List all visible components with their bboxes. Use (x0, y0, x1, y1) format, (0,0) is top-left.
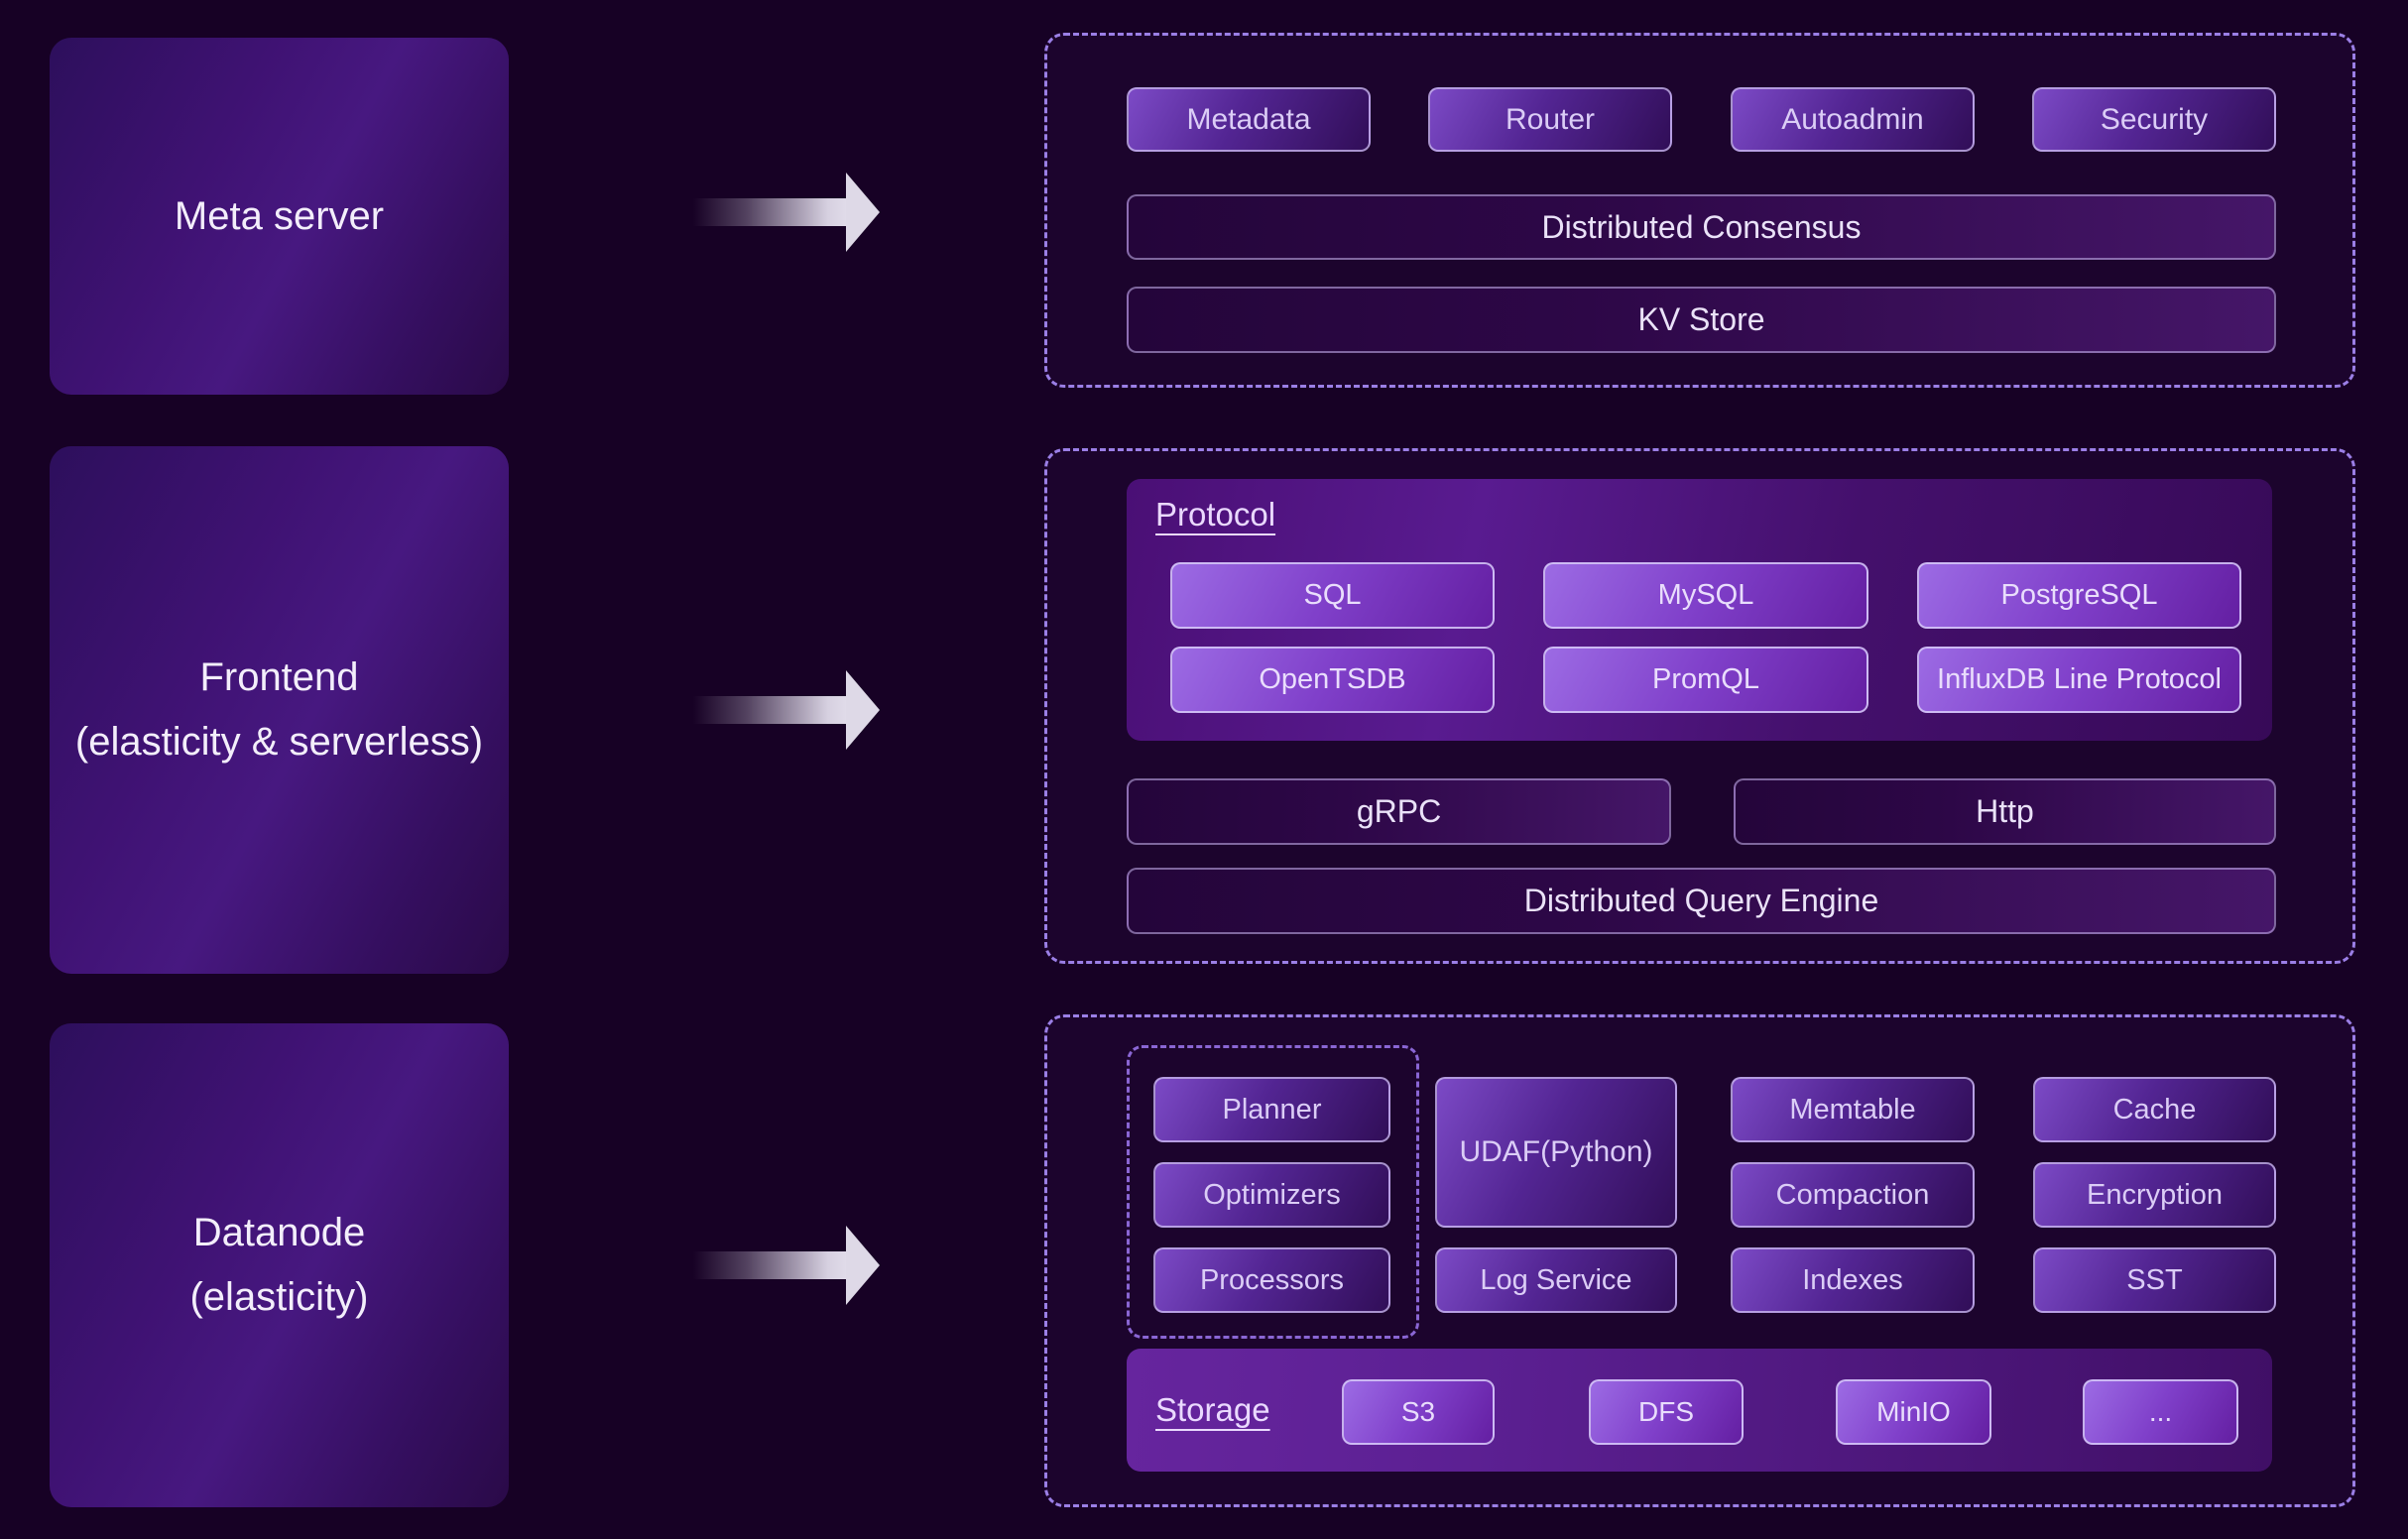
kv-store-label: KV Store (1637, 301, 1764, 338)
arrow-right-icon (846, 1226, 880, 1305)
protocol-label: Protocol (1155, 496, 1275, 533)
indexes-label: Indexes (1802, 1264, 1903, 1297)
more-backends-chip: ... (2083, 1379, 2238, 1445)
sql-label: SQL (1303, 579, 1361, 612)
router-label: Router (1505, 103, 1595, 137)
s3-chip: S3 (1342, 1379, 1495, 1445)
metadata-chip: Metadata (1127, 87, 1371, 152)
datanode-label-line1: Datanode (193, 1201, 365, 1265)
distributed-consensus-bar: Distributed Consensus (1127, 194, 2276, 260)
http-bar: Http (1734, 778, 2276, 845)
router-chip: Router (1428, 87, 1672, 152)
autoadmin-chip: Autoadmin (1731, 87, 1975, 152)
security-chip: Security (2032, 87, 2276, 152)
datanode-box: Datanode (elasticity) (50, 1023, 509, 1507)
processors-chip: Processors (1153, 1247, 1390, 1313)
influxdb-line-protocol-label: InfluxDB Line Protocol (1937, 663, 2222, 696)
memtable-chip: Memtable (1731, 1077, 1975, 1142)
mysql-label: MySQL (1658, 579, 1754, 612)
dfs-label: DFS (1638, 1396, 1694, 1428)
distributed-consensus-label: Distributed Consensus (1542, 209, 1862, 246)
minio-chip: MinIO (1836, 1379, 1991, 1445)
autoadmin-label: Autoadmin (1781, 103, 1923, 137)
s3-label: S3 (1401, 1396, 1435, 1428)
grpc-bar: gRPC (1127, 778, 1671, 845)
compaction-label: Compaction (1776, 1179, 1930, 1212)
sql-chip: SQL (1170, 562, 1495, 629)
influxdb-line-protocol-chip: InfluxDB Line Protocol (1917, 647, 2241, 713)
more-backends-label: ... (2149, 1396, 2172, 1428)
udaf-python-label: UDAF(Python) (1459, 1135, 1652, 1169)
promql-label: PromQL (1652, 663, 1759, 696)
metadata-label: Metadata (1186, 103, 1310, 137)
encryption-label: Encryption (2087, 1179, 2223, 1212)
arrow-shaft (693, 696, 846, 724)
udaf-python-box: UDAF(Python) (1435, 1077, 1677, 1228)
optimizers-chip: Optimizers (1153, 1162, 1390, 1228)
encryption-chip: Encryption (2033, 1162, 2276, 1228)
security-label: Security (2101, 103, 2208, 137)
planner-chip: Planner (1153, 1077, 1390, 1142)
opentsdb-chip: OpenTSDB (1170, 647, 1495, 713)
arrow-right-icon (846, 173, 880, 252)
optimizers-label: Optimizers (1203, 1179, 1341, 1212)
dfs-chip: DFS (1589, 1379, 1744, 1445)
minio-label: MinIO (1876, 1396, 1951, 1428)
distributed-query-engine-label: Distributed Query Engine (1524, 883, 1879, 919)
postgresql-chip: PostgreSQL (1917, 562, 2241, 629)
opentsdb-label: OpenTSDB (1259, 663, 1405, 696)
meta-server-label: Meta server (175, 184, 384, 249)
storage-label: Storage (1155, 1391, 1270, 1429)
compaction-chip: Compaction (1731, 1162, 1975, 1228)
mysql-chip: MySQL (1543, 562, 1868, 629)
memtable-label: Memtable (1789, 1094, 1915, 1126)
sst-label: SST (2126, 1264, 2182, 1297)
log-service-chip: Log Service (1435, 1247, 1677, 1313)
log-service-label: Log Service (1480, 1264, 1631, 1297)
processors-label: Processors (1200, 1264, 1344, 1297)
grpc-label: gRPC (1357, 793, 1441, 830)
cache-label: Cache (2113, 1094, 2197, 1126)
frontend-label-line1: Frontend (199, 646, 358, 710)
meta-server-box: Meta server (50, 38, 509, 395)
arrow-right-icon (846, 670, 880, 750)
http-label: Http (1976, 793, 2034, 830)
kv-store-bar: KV Store (1127, 287, 2276, 353)
frontend-box: Frontend (elasticity & serverless) (50, 446, 509, 974)
arrow-shaft (693, 198, 846, 226)
datanode-label-line2: (elasticity) (189, 1265, 368, 1330)
frontend-label-line2: (elasticity & serverless) (75, 710, 483, 774)
architecture-diagram: Meta server Frontend (elasticity & serve… (0, 0, 2408, 1539)
planner-label: Planner (1223, 1094, 1322, 1126)
postgresql-label: PostgreSQL (2001, 579, 2158, 612)
promql-chip: PromQL (1543, 647, 1868, 713)
cache-chip: Cache (2033, 1077, 2276, 1142)
indexes-chip: Indexes (1731, 1247, 1975, 1313)
sst-chip: SST (2033, 1247, 2276, 1313)
distributed-query-engine-bar: Distributed Query Engine (1127, 868, 2276, 934)
arrow-shaft (693, 1251, 846, 1279)
